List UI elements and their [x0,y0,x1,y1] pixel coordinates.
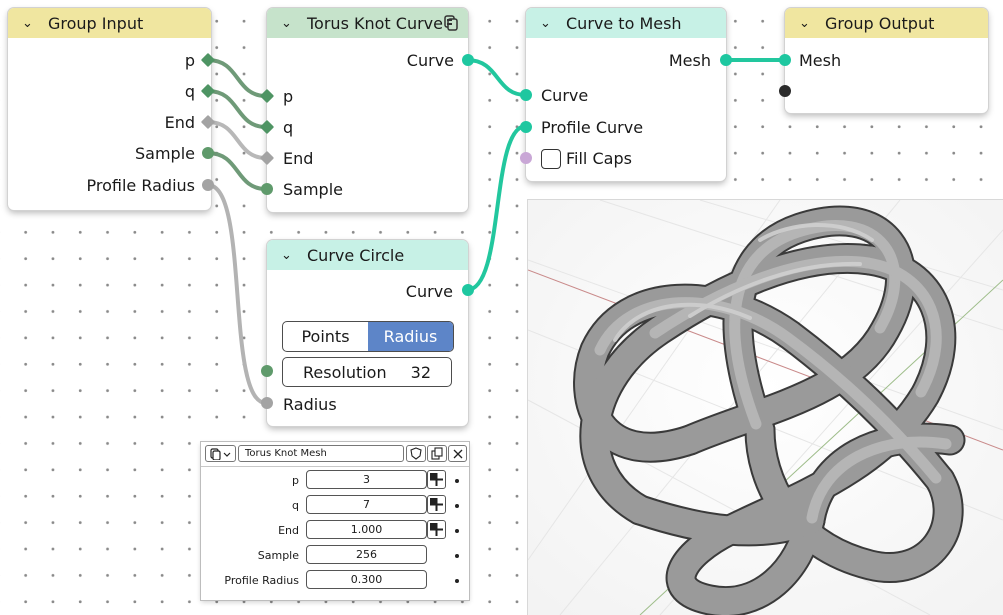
field-label-sample: Sample [257,549,299,562]
chevron-down-icon[interactable]: ⌄ [540,16,558,31]
resolution-value: 32 [410,362,431,382]
group-input-header[interactable]: ⌄ Group Input [8,8,211,38]
field-q[interactable]: 7 [306,495,427,514]
link-circle-curve [465,124,528,292]
keyframe-dot-end[interactable] [455,529,459,533]
field-label-end: End [278,524,299,537]
torus-knot-curve-node[interactable]: ⌄ Torus Knot Curve Curve p q End Sample [259,8,474,212]
modifier-header: Torus Knot Mesh [201,442,469,467]
resolution-field[interactable]: Resolution 32 [282,357,452,387]
group-output-node[interactable]: ⌄ Group Output Mesh [779,8,988,113]
torus-knot-header[interactable]: ⌄ Torus Knot Curve [267,8,468,38]
node-group-name: Torus Knot Mesh [245,448,327,459]
input-label-radius: Radius [283,395,337,414]
field-label-q: q [292,499,299,512]
socket-in-fill-caps[interactable] [520,152,532,164]
node-title: Torus Knot Curve [307,13,443,33]
3d-viewport[interactable] [528,200,1003,615]
node-tree-icon [209,447,230,460]
mode-toggle[interactable]: Points Radius [282,321,454,352]
socket-in-radius[interactable] [261,397,273,409]
attribute-toggle-icon [430,473,443,486]
socket-in-resolution[interactable] [261,365,273,377]
socket-in-empty[interactable] [779,85,791,97]
curve-to-mesh-header[interactable]: ⌄ Curve to Mesh [526,8,726,38]
output-label-end: End [164,113,195,132]
copy-icon [431,447,443,460]
input-label-q: q [283,118,294,137]
chevron-down-icon[interactable]: ⌄ [799,16,817,31]
output-label-sample: Sample [135,144,195,163]
field-sample[interactable]: 256 [306,545,427,564]
socket-in-mesh[interactable] [779,54,791,66]
curve-to-mesh-node[interactable]: ⌄ Curve to Mesh Mesh Curve Profile Curve… [520,8,732,181]
group-output-header[interactable]: ⌄ Group Output [785,8,988,38]
attribute-toggle-icon [430,523,443,536]
node-title: Curve to Mesh [566,13,682,33]
curve-circle-header[interactable]: ⌄ Curve Circle [267,240,468,270]
field-label-profile-radius: Profile Radius [224,574,299,587]
output-label-curve: Curve [405,282,453,301]
socket-in-curve[interactable] [520,89,532,101]
socket-out-curve[interactable] [462,54,474,66]
chevron-down-icon[interactable]: ⌄ [281,248,299,263]
keyframe-dot-q[interactable] [455,504,459,508]
input-label-p: p [283,87,294,106]
input-label-mesh: Mesh [799,51,842,70]
field-p[interactable]: 3 [306,470,427,489]
node-title: Curve Circle [307,245,405,265]
socket-in-profile-curve[interactable] [520,121,532,133]
socket-in-sample[interactable] [261,183,273,195]
output-label-mesh: Mesh [668,51,711,70]
resolution-label: Resolution [303,362,387,382]
output-label-q: q [184,82,195,101]
fill-caps-checkbox[interactable] [541,149,561,169]
node-group-selector[interactable] [205,445,236,462]
mode-radius-button[interactable]: Radius [368,322,453,351]
node-title: Group Input [48,13,144,33]
input-label-sample: Sample [283,180,343,199]
keyframe-dot-sample[interactable] [455,554,459,558]
input-label-profile-curve: Profile Curve [541,118,644,137]
node-group-icon[interactable] [444,15,458,31]
field-label-p: p [292,474,299,487]
attribute-toggle-icon [430,498,443,511]
socket-out-curve[interactable] [462,284,474,296]
mode-points-button[interactable]: Points [283,322,368,351]
output-label-curve: Curve [406,51,454,70]
shield-icon [410,447,422,460]
link-profile-radius [206,183,268,405]
input-label-curve: Curve [541,86,589,105]
duplicate-button[interactable] [427,445,447,462]
fake-user-button[interactable] [406,445,426,462]
fill-caps-label: Fill Caps [566,149,632,168]
torus-knot-render [528,200,1003,615]
node-title: Group Output [825,13,935,33]
chevron-down-icon[interactable]: ⌄ [281,16,299,31]
curve-circle-node[interactable]: ⌄ Curve Circle Curve Points Radius Resol… [261,240,474,426]
group-input-node[interactable]: ⌄ Group Input p q End Sample Profile Rad… [8,8,216,210]
link-knot-curve [465,58,528,97]
unlink-button[interactable] [448,445,467,462]
keyframe-dot-profile-radius[interactable] [455,579,459,583]
modifier-panel[interactable]: Torus Knot Mesh p 3 q 7 End 1.000 Sample… [201,442,469,600]
socket-out-mesh[interactable] [720,54,732,66]
chevron-down-icon[interactable]: ⌄ [22,16,40,31]
output-label-p: p [184,51,195,70]
keyframe-dot-p[interactable] [455,479,459,483]
input-label-end: End [283,149,314,168]
attribute-toggle-end[interactable] [427,520,446,539]
socket-out-profile-radius[interactable] [202,179,214,191]
node-group-name-field[interactable]: Torus Knot Mesh [238,445,404,462]
socket-out-sample[interactable] [202,147,214,159]
output-label-profile-radius: Profile Radius [86,176,195,195]
field-profile-radius[interactable]: 0.300 [306,570,427,589]
attribute-toggle-q[interactable] [427,495,446,514]
close-icon [453,449,462,458]
field-end[interactable]: 1.000 [306,520,427,539]
attribute-toggle-p[interactable] [427,470,446,489]
